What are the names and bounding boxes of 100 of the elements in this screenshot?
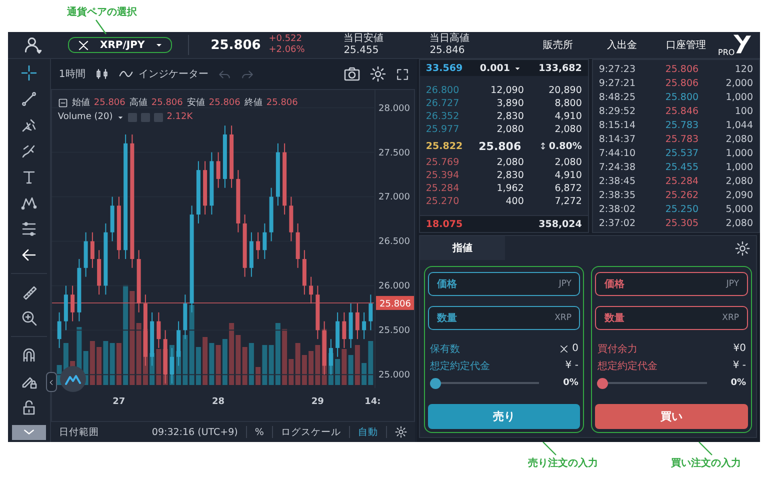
ruler-icon[interactable] [20, 284, 37, 300]
candle [236, 170, 240, 233]
info-label: 想定約定代金 [597, 360, 658, 372]
bid-amount: 400 [504, 196, 524, 207]
trade-amount: 2,080 [724, 176, 753, 186]
price-axis-label: 25.000 [378, 370, 410, 381]
zoom-in-icon[interactable] [20, 310, 37, 326]
trade-time: 8:15:14 [598, 120, 637, 130]
trade-time: 8:14:37 [598, 134, 637, 144]
info-label: 保有数 [430, 342, 460, 356]
side-collapse-tab[interactable] [46, 372, 57, 392]
price-field[interactable]: 価格 JPY [595, 272, 748, 296]
stat-label: 当日安値 [344, 33, 385, 45]
candle [256, 232, 260, 260]
candle [70, 285, 74, 322]
book-price: 18.075 [426, 218, 464, 230]
candle [136, 250, 141, 313]
candle [196, 160, 200, 224]
candle [322, 320, 326, 376]
chart-type-button[interactable] [60, 366, 86, 392]
trade-price: 25.250 [664, 204, 700, 214]
logo-text: PRO [718, 48, 735, 57]
brush-icon[interactable] [20, 143, 37, 159]
collapse-button[interactable] [12, 424, 46, 440]
buy-button[interactable]: 買い [595, 404, 748, 429]
trade-time: 2:38:35 [598, 190, 637, 200]
trade-amount: 5,000 [724, 204, 753, 214]
percent-toggle[interactable]: % [254, 426, 264, 438]
ask-total: 2,080 [554, 124, 582, 135]
slider-thumb[interactable] [430, 378, 441, 388]
quantity-field[interactable]: 数量 XRP [428, 306, 580, 330]
settings-icon[interactable] [735, 240, 750, 256]
candlestick-icon[interactable] [95, 67, 110, 81]
currency-pair-selector[interactable]: XRP/JPY [68, 37, 172, 53]
unit-label: JPY [558, 279, 572, 289]
caret-icon [514, 64, 521, 72]
date-axis-label: 14: [364, 397, 381, 407]
nav-link[interactable]: 入出金 [590, 38, 654, 52]
caret-icon [154, 41, 163, 49]
price-field[interactable]: 価格 JPY [428, 272, 580, 296]
quantity-input[interactable]: 数量 [436, 312, 555, 324]
arrow-left-icon[interactable] [20, 247, 37, 263]
quantity-input[interactable]: 数量 [604, 312, 722, 324]
trade-time: 8:29:52 [598, 106, 637, 116]
fib-lines-icon[interactable] [20, 221, 37, 237]
limit-order-tab[interactable]: 指値 [420, 236, 505, 260]
candle [150, 312, 154, 366]
candle [84, 232, 88, 278]
interval-selector[interactable]: 1時間 [58, 67, 86, 81]
slider-percent: 0% [730, 378, 746, 388]
pattern-icon[interactable] [20, 195, 37, 211]
book-price: 33.569 [426, 62, 464, 74]
text-tool-icon[interactable] [20, 169, 37, 185]
lock-icon[interactable] [20, 398, 37, 415]
quantity-field[interactable]: 数量 XRP [595, 306, 748, 330]
candle [183, 294, 188, 340]
mid-price: 25.822 [426, 140, 464, 152]
tick-size-selector[interactable]: 0.001 [480, 62, 510, 74]
fullscreen-icon[interactable] [396, 68, 409, 80]
price-input[interactable]: 価格 [604, 278, 726, 290]
nav-link[interactable]: 販売所 [526, 38, 590, 52]
trade-time: 2:38:02 [598, 204, 637, 214]
unit-label: XRP [722, 313, 740, 323]
bid-amount: 2,080 [496, 157, 524, 168]
date-range-button[interactable]: 日付範囲 [58, 426, 99, 438]
price-input[interactable]: 価格 [436, 278, 559, 290]
ask-amount: 12,090 [490, 85, 524, 96]
slider-thumb[interactable] [597, 378, 608, 388]
crosshair-icon[interactable] [20, 65, 37, 81]
date-axis-label: 27 [112, 397, 126, 407]
camera-icon[interactable] [344, 66, 360, 82]
trade-price: 25.806 [664, 78, 700, 88]
trade-price: 25.846 [664, 106, 700, 116]
unit-label: XRP [554, 313, 572, 323]
indicator-button[interactable]: インジケーター [138, 67, 208, 81]
nav-link[interactable]: 口座管理 [654, 38, 718, 52]
candle [316, 285, 320, 340]
trade-amount: 100 [734, 106, 753, 116]
trade-amount: 2,000 [724, 78, 753, 88]
collapse-square-icon[interactable] [58, 98, 68, 108]
candle [269, 187, 274, 242]
ohlc-value: 25.806 [94, 98, 126, 108]
candle [242, 214, 247, 278]
ohlc-label: 終値 [244, 96, 262, 109]
settings-icon[interactable] [394, 426, 407, 438]
magnet-icon[interactable] [20, 346, 37, 363]
trade-price: 25.262 [664, 190, 700, 200]
bid-total: 2,080 [554, 157, 582, 168]
candle [202, 160, 207, 216]
candle [90, 232, 94, 268]
log-scale-toggle[interactable]: ログスケール [280, 426, 341, 438]
spread-percent: 0.80% [548, 140, 582, 152]
auto-scale-toggle[interactable]: 自動 [358, 426, 378, 438]
line-tool-icon[interactable] [20, 91, 37, 107]
volume-value: 2.12K [166, 112, 193, 122]
info-label: 想定約定代金 [430, 360, 490, 372]
info-value: ¥0 [733, 343, 746, 354]
pitchfork-icon[interactable] [20, 117, 37, 133]
settings-icon[interactable] [370, 66, 386, 82]
candle [216, 152, 220, 188]
